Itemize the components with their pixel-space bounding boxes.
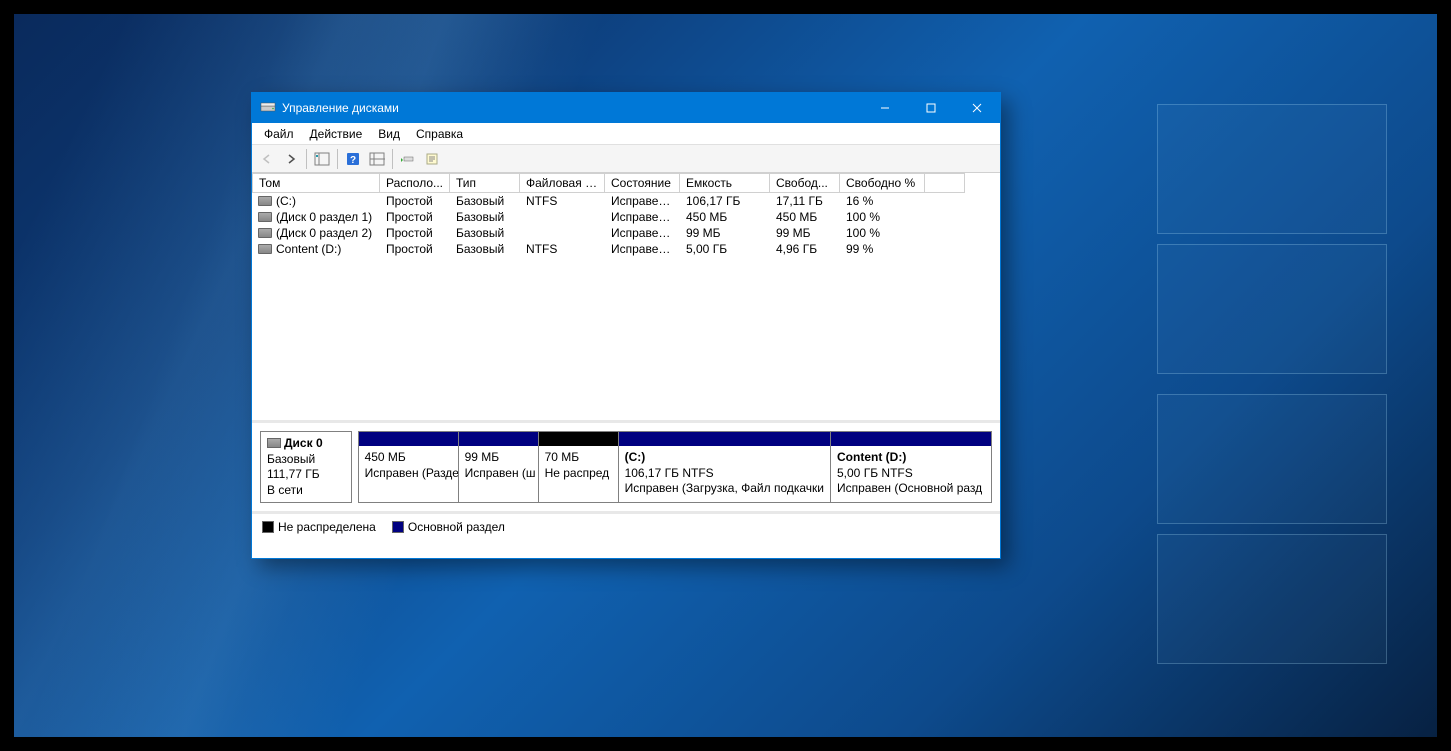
partition-c[interactable]: (C:) 106,17 ГБ NTFS Исправен (Загрузка, … bbox=[619, 432, 831, 502]
volume-row[interactable]: (Диск 0 раздел 1)ПростойБазовыйИсправен.… bbox=[252, 209, 1000, 225]
col-free[interactable]: Свобод... bbox=[770, 173, 840, 193]
volume-row[interactable]: Content (D:)ПростойБазовыйNTFSИсправен..… bbox=[252, 241, 1000, 257]
volume-list[interactable]: Том Располо... Тип Файловая с... Состоян… bbox=[252, 173, 1000, 423]
menubar: Файл Действие Вид Справка bbox=[252, 123, 1000, 145]
volume-list-header: Том Располо... Тип Файловая с... Состоян… bbox=[252, 173, 1000, 193]
col-filesystem[interactable]: Файловая с... bbox=[520, 173, 605, 193]
disk-header[interactable]: Диск 0 Базовый 111,77 ГБ В сети bbox=[260, 431, 352, 503]
col-type[interactable]: Тип bbox=[450, 173, 520, 193]
help-button[interactable]: ? bbox=[342, 148, 364, 170]
titlebar[interactable]: Управление дисками bbox=[252, 93, 1000, 123]
col-spacer bbox=[925, 173, 965, 193]
col-freepct[interactable]: Свободно % bbox=[840, 173, 925, 193]
volume-icon bbox=[258, 196, 272, 206]
back-button[interactable] bbox=[256, 148, 278, 170]
swatch-unallocated bbox=[262, 521, 274, 533]
view-button[interactable] bbox=[311, 148, 333, 170]
settings-button[interactable] bbox=[366, 148, 388, 170]
legend-primary-label: Основной раздел bbox=[408, 520, 505, 534]
disk-name: Диск 0 bbox=[284, 436, 323, 450]
forward-button[interactable] bbox=[280, 148, 302, 170]
maximize-button[interactable] bbox=[908, 93, 954, 123]
col-status[interactable]: Состояние bbox=[605, 173, 680, 193]
menu-action[interactable]: Действие bbox=[302, 125, 371, 143]
menu-file[interactable]: Файл bbox=[256, 125, 302, 143]
col-capacity[interactable]: Емкость bbox=[680, 173, 770, 193]
volume-icon bbox=[258, 212, 272, 222]
disk-partitions: 450 МБ Исправен (Раздел 99 МБ Исправен (… bbox=[358, 431, 992, 503]
col-layout[interactable]: Располо... bbox=[380, 173, 450, 193]
desktop-wallpaper: Управление дисками Файл Действие Вид Спр… bbox=[14, 14, 1437, 737]
disk-type: Базовый bbox=[267, 452, 345, 468]
volume-icon bbox=[258, 244, 272, 254]
window-title: Управление дисками bbox=[282, 101, 862, 115]
close-button[interactable] bbox=[954, 93, 1000, 123]
toolbar: ? bbox=[252, 145, 1000, 173]
refresh-button[interactable] bbox=[397, 148, 419, 170]
partition-2[interactable]: 99 МБ Исправен (ш bbox=[459, 432, 539, 502]
col-volume[interactable]: Том bbox=[252, 173, 380, 193]
properties-button[interactable] bbox=[421, 148, 443, 170]
graphical-view: Диск 0 Базовый 111,77 ГБ В сети 450 МБ И… bbox=[252, 423, 1000, 514]
volume-row[interactable]: (C:)ПростойБазовыйNTFSИсправен...106,17 … bbox=[252, 193, 1000, 209]
disk-status: В сети bbox=[267, 483, 345, 499]
partition-d[interactable]: Content (D:) 5,00 ГБ NTFS Исправен (Осно… bbox=[831, 432, 991, 502]
swatch-primary bbox=[392, 521, 404, 533]
minimize-button[interactable] bbox=[862, 93, 908, 123]
legend-primary: Основной раздел bbox=[392, 520, 505, 534]
disk-icon bbox=[267, 438, 281, 448]
legend-unallocated: Не распределена bbox=[262, 520, 376, 534]
volume-row[interactable]: (Диск 0 раздел 2)ПростойБазовыйИсправен.… bbox=[252, 225, 1000, 241]
menu-view[interactable]: Вид bbox=[370, 125, 408, 143]
partition-unallocated[interactable]: 70 МБ Не распред bbox=[539, 432, 619, 502]
menu-help[interactable]: Справка bbox=[408, 125, 471, 143]
svg-text:?: ? bbox=[350, 155, 356, 166]
disk-size: 111,77 ГБ bbox=[267, 467, 345, 483]
app-icon bbox=[260, 100, 276, 116]
partition-1[interactable]: 450 МБ Исправен (Раздел bbox=[359, 432, 459, 502]
disk-management-window: Управление дисками Файл Действие Вид Спр… bbox=[251, 92, 1001, 559]
legend-unallocated-label: Не распределена bbox=[278, 520, 376, 534]
volume-icon bbox=[258, 228, 272, 238]
legend: Не распределена Основной раздел bbox=[252, 514, 1000, 540]
